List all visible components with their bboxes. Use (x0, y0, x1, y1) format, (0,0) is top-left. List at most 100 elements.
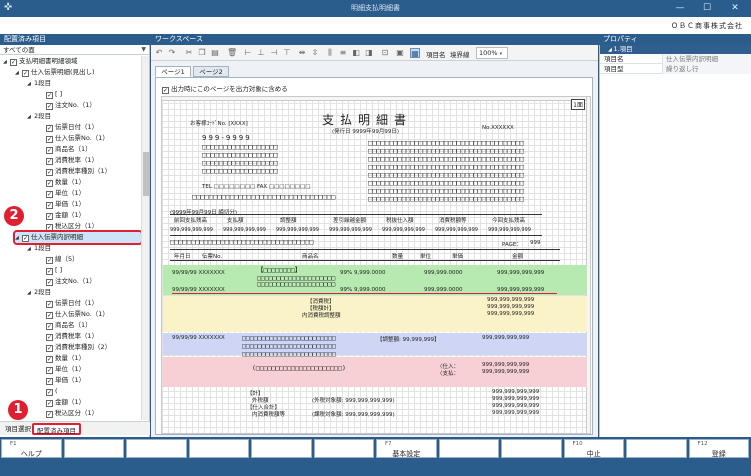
issue-date[interactable]: (発行日 9999年99月99日) (332, 127, 399, 135)
product-boxes[interactable]: □□□□□□□□□□□□□□□□□□□□ (257, 280, 335, 288)
tree-node[interactable]: ✓ 数量（1） (39, 353, 85, 364)
expand-toggle-icon[interactable]: ◢ (27, 112, 34, 123)
tree-scrollbar[interactable] (141, 56, 149, 420)
fkey-f7-button[interactable]: F7 基本設定 (376, 439, 437, 458)
summary-value-cell[interactable]: 999,999,999,999 (170, 227, 213, 233)
property-value[interactable]: 繰り返し行 (662, 64, 751, 74)
cut-icon[interactable]: ✂ (184, 48, 194, 58)
summary-header-cell[interactable]: 今回支払残高 (492, 216, 525, 224)
tree-node[interactable]: ✓ 数量（1） (39, 177, 85, 188)
tree-node-checkbox[interactable]: ✓ (46, 158, 53, 165)
print-option[interactable]: ✓ 出力時にこのページを出力対象に含める (162, 83, 288, 94)
tree-node[interactable]: ◢ ✓ 支払明細書明細領域 (3, 56, 78, 67)
tab-page-1[interactable]: ページ1 (155, 66, 191, 77)
tree-node-checkbox[interactable]: ✓ (46, 356, 53, 363)
maximize-button[interactable]: ☐ (696, 1, 718, 15)
detail-amount-2[interactable]: 999,999,999,999 (497, 287, 544, 293)
fkey-f1-button[interactable]: F1 ヘルプ (1, 439, 62, 458)
fkey-f10-button[interactable]: F10 中止 (563, 439, 624, 458)
tree-node[interactable]: ✓ 金額（1） (39, 210, 85, 221)
expand-toggle-icon[interactable]: ◢ (15, 233, 22, 244)
tab-item-select[interactable]: 項目選択 (2, 423, 34, 435)
tree-node[interactable]: ◢ 2段目 (27, 111, 51, 122)
tree-node-checkbox[interactable]: ✓ (46, 103, 53, 110)
summary-value-cell[interactable]: 999,999,999,999 (382, 227, 425, 233)
property-value[interactable]: 仕入伝票内訳明細 (662, 54, 751, 64)
note-boxes[interactable]: □□□□□□□□□□□□□□□□□□□□□□□□□□□□□□□□□□ (192, 193, 335, 201)
tree-node-checkbox[interactable]: ✓ (46, 400, 53, 407)
outside-tax-target[interactable]: (外税対象額: 999,999,999,999) (312, 396, 395, 404)
expand-toggle-icon[interactable]: ◢ (3, 57, 10, 68)
detail-tax-rate[interactable]: 99% (340, 270, 352, 276)
customer-code[interactable]: お客様ｺｰﾄﾞNo. [XXXX] (190, 119, 248, 127)
summary-header-cell[interactable]: 消費税額等 (439, 216, 467, 224)
supplier-boxes-1[interactable]: □□□□□□□□□□□□□□□□□□□□□□□□□□□□□□□□□□□□□ □□□… (368, 139, 524, 203)
property-row-item-name[interactable]: 項目名 仕入伝票内訳明細 (600, 54, 751, 64)
tree-node-checkbox[interactable]: ✓ (46, 191, 53, 198)
total-amount-1[interactable]: 999,999,999,999 (492, 389, 539, 395)
tree-node-checkbox[interactable]: ✓ (46, 268, 53, 275)
zoom-select[interactable]: 100% ▾ (476, 47, 508, 59)
summary-header-cell[interactable]: 支払額 (227, 216, 244, 224)
inclusive-tax-target[interactable]: (課税対象額: 999,999,999,999) (312, 410, 395, 418)
tab-page-2[interactable]: ページ2 (193, 66, 229, 77)
tree-node-checkbox[interactable]: ✓ (46, 411, 53, 418)
copy-icon[interactable]: ❐ (197, 48, 207, 58)
tree-node[interactable]: ✓ 伝票日付（1） (39, 298, 98, 309)
grid-icon[interactable]: ▦ (410, 48, 420, 58)
border-toggle[interactable]: 境界線 (450, 49, 470, 59)
align-center-icon[interactable]: ⊥ (256, 48, 266, 58)
tree-node-checkbox[interactable]: ✓ (46, 378, 53, 385)
tree-node-checkbox[interactable]: ✓ (46, 224, 53, 231)
fkey-empty-button[interactable] (126, 439, 187, 458)
tree-node-checkbox[interactable]: ✓ (46, 389, 53, 396)
payment-amount[interactable]: 999,999,999,999 (482, 369, 529, 375)
total-amount-4[interactable]: 999,999,999,999 (492, 410, 539, 416)
tree-node-checkbox[interactable]: ✓ (46, 125, 53, 132)
order-back-icon[interactable]: ◨ (364, 48, 374, 58)
tree-node-checkbox[interactable]: ✓ (46, 279, 53, 286)
tree-node-checkbox[interactable]: ✓ (46, 169, 53, 176)
detail-header-cell[interactable]: 金額 (512, 252, 523, 260)
tree-node[interactable]: ✓ 消費税率（1） (39, 331, 98, 342)
tree-node-checkbox[interactable]: ✓ (46, 257, 53, 264)
breakdown-date[interactable]: 99/99/99 XXXXXXX (172, 335, 225, 341)
fkey-empty-button[interactable] (313, 439, 374, 458)
minimize-button[interactable]: — (669, 1, 691, 15)
tree-node[interactable]: ✓[ ] (39, 89, 62, 100)
same-height-icon[interactable]: ⇳ (310, 48, 320, 58)
detail-date-2[interactable]: 99/99/99 XXXXXXX (172, 287, 225, 293)
detail-header-cell[interactable]: 商品名 (302, 252, 319, 260)
summary-value-cell[interactable]: 999,999,999,999 (276, 227, 319, 233)
summary-value-cell[interactable]: 999,999,999,999 (435, 227, 478, 233)
summary-value-cell[interactable]: 999,999,999,999 (329, 227, 372, 233)
expand-toggle-icon[interactable]: ◢ (27, 288, 34, 299)
tree-node[interactable]: ✓ 単位（1） (39, 364, 85, 375)
lock-icon[interactable]: ⊡ (380, 48, 390, 58)
total-amount-3[interactable]: 999,999,999,999 (492, 403, 539, 409)
detail-header-cell[interactable]: 年月日 (174, 252, 191, 260)
item-name-toggle[interactable]: 項目名 (426, 49, 446, 59)
tel-fax[interactable]: TEL □□□□□□□□ FAX □□□□□□□□ (202, 184, 310, 190)
detail-header-cell[interactable]: 伝票No. (202, 252, 222, 260)
tree-node[interactable]: ◢ ✓ 仕入伝票明細(見出し) (15, 67, 95, 78)
undo-icon[interactable]: ↶ (154, 48, 164, 58)
tree-node[interactable]: ✓ 消費税率種別（1） (39, 166, 111, 177)
tree-node[interactable]: ✓ 商品名（1） (39, 320, 92, 331)
order-front-icon[interactable]: ◧ (351, 48, 361, 58)
total-amount-2[interactable]: 999,999,999,999 (492, 396, 539, 402)
summary-boxes[interactable]: (□□□□□□□□□□□□□□□□□□□□□□) (252, 364, 346, 372)
tree-node[interactable]: ✓ 消費税率（1） (39, 155, 98, 166)
detail-price[interactable]: 999,999.0000 (424, 270, 463, 276)
fkey-empty-button[interactable] (626, 439, 687, 458)
address-boxes[interactable]: □□□□□□□□□□□□□□□□□□ □□□□□□□□□□□□□□□□□□ □□□□… (202, 143, 278, 175)
align-right-icon[interactable]: ⊣ (269, 48, 279, 58)
inclusive-tax-label[interactable]: 内消費税額等 (252, 410, 285, 418)
expand-toggle-icon[interactable]: ◢ (27, 244, 34, 255)
fkey-empty-button[interactable] (438, 439, 499, 458)
tree-node-checkbox[interactable]: ✓ (46, 213, 53, 220)
tree-node[interactable]: ✓ 仕入伝票No.（1） (39, 309, 109, 320)
tree-node[interactable]: ◢ 1段目 (27, 78, 51, 89)
tree-node[interactable]: ✓ 単位（1） (39, 188, 85, 199)
face-filter-select[interactable]: すべての面 ▼ (0, 45, 149, 55)
